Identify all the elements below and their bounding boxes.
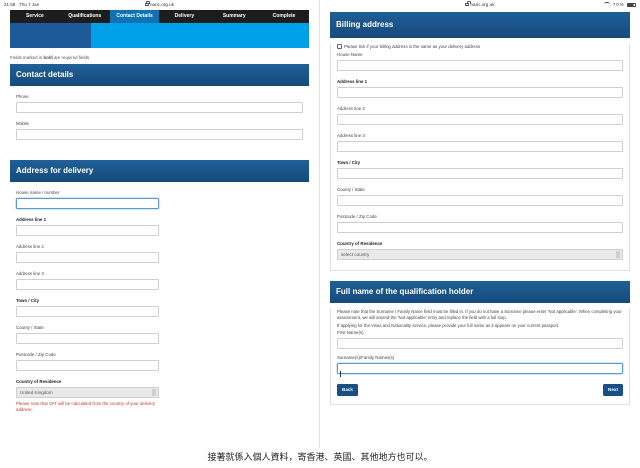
chevron-down-icon xyxy=(616,251,620,258)
surname-label: Surname(s)/Family Names(s) xyxy=(337,354,395,360)
url-bar[interactable]: naric.org.uk xyxy=(320,0,640,9)
billing-line1-label: Address line 1 xyxy=(337,79,368,84)
step-contact-details[interactable]: Contact Details xyxy=(109,10,160,23)
billing-county-label: County / State xyxy=(337,187,365,192)
billing-line2-label: Address line 2 xyxy=(337,106,365,111)
url-bar[interactable]: naric.org.uk xyxy=(0,0,319,9)
caption-text: 接著就係入個人資料，寄香港、英國、其他地方也可以。 xyxy=(207,453,433,463)
phone-label: Phone xyxy=(16,94,29,99)
step-navigation: Service Qualifications Contact Details D… xyxy=(10,10,309,23)
progress-bar xyxy=(10,23,309,48)
billing-county-input[interactable] xyxy=(337,195,623,206)
surname-note: Please note that the Surname / Family Na… xyxy=(337,309,622,321)
postcode-label: Postcode / Zip Code xyxy=(16,352,56,357)
battery-percent: 70% xyxy=(612,2,625,7)
postcode-input[interactable] xyxy=(16,360,159,371)
next-button[interactable]: Next xyxy=(603,383,623,396)
step-delivery[interactable]: Delivery xyxy=(159,10,209,23)
billing-line1-input[interactable] xyxy=(337,87,623,98)
billing-house-input[interactable] xyxy=(337,60,623,71)
vat-note: Please note that VAT will be calculated … xyxy=(16,401,156,412)
billing-address-title: Billing address xyxy=(330,12,630,38)
billing-postcode-label: Postcode / Zip Code xyxy=(337,214,377,219)
battery-icon xyxy=(627,2,636,7)
house-label: House name / number xyxy=(16,190,60,195)
billing-line2-input[interactable] xyxy=(337,114,623,125)
back-button[interactable]: Back xyxy=(337,383,358,396)
country-label: Country of Residence xyxy=(16,379,62,384)
billing-town-label: Town / City xyxy=(337,160,361,165)
status-bar: naric.org.uk 70% xyxy=(320,0,640,9)
billing-house-label: House Name xyxy=(337,52,363,57)
phone-input[interactable] xyxy=(16,102,303,113)
first-name-label: First Name(s) xyxy=(337,329,364,335)
mobile-label: Mobile xyxy=(16,121,29,126)
same-address-checkbox[interactable] xyxy=(337,44,342,49)
step-complete[interactable]: Complete xyxy=(259,10,309,23)
qualification-holder-title: Full name of the qualification holder xyxy=(330,281,630,303)
line2-label: Address line 2 xyxy=(16,244,44,249)
billing-town-input[interactable] xyxy=(337,168,623,179)
required-note: Fields marked in bold are required field… xyxy=(10,55,91,60)
step-qualifications[interactable]: Qualifications xyxy=(60,10,110,23)
house-input[interactable] xyxy=(16,198,159,209)
contact-details-section: Contact details Phone Mobile xyxy=(10,64,309,154)
line1-input[interactable] xyxy=(16,225,159,236)
delivery-address-section: Address for delivery House name / number… xyxy=(10,160,309,419)
billing-line3-label: Address line 3 xyxy=(337,133,365,138)
status-bar: 21:58 · Thu 7 Jan naric.org.uk xyxy=(0,0,319,9)
contact-details-title: Contact details xyxy=(10,64,309,86)
billing-postcode-input[interactable] xyxy=(337,222,623,233)
line2-input[interactable] xyxy=(16,252,159,263)
town-input[interactable] xyxy=(16,306,159,317)
right-screenshot: naric.org.uk 70% Billing address Please … xyxy=(320,0,640,448)
town-label: Town / City xyxy=(16,298,40,303)
billing-country-select[interactable]: select country xyxy=(337,249,623,260)
first-name-input[interactable] xyxy=(337,337,623,349)
billing-country-label: Country of Residence xyxy=(337,241,383,246)
mobile-input[interactable] xyxy=(16,129,303,140)
left-screenshot: 21:58 · Thu 7 Jan naric.org.uk Service Q… xyxy=(0,0,320,448)
line3-label: Address line 3 xyxy=(16,271,44,276)
surname-input[interactable] xyxy=(337,362,623,377)
qualification-holder-section: Full name of the qualification holder Pl… xyxy=(330,281,630,405)
country-select[interactable]: United Kingdom xyxy=(16,387,159,398)
lock-icon xyxy=(144,1,151,7)
billing-line3-input[interactable] xyxy=(337,141,623,152)
same-address-row[interactable]: Please tick if your billing address is t… xyxy=(337,44,623,49)
county-input[interactable] xyxy=(16,333,159,344)
chevron-down-icon xyxy=(152,389,156,396)
wifi-icon xyxy=(604,2,611,6)
step-service[interactable]: Service xyxy=(10,10,60,23)
line3-input[interactable] xyxy=(16,279,159,290)
county-label: County / State xyxy=(16,325,44,330)
lock-icon xyxy=(465,1,471,7)
billing-address-section: Billing address Please tick if your bill… xyxy=(330,12,630,271)
step-summary[interactable]: Summary xyxy=(209,10,259,23)
line1-label: Address line 1 xyxy=(16,217,47,222)
delivery-address-title: Address for delivery xyxy=(10,160,309,182)
